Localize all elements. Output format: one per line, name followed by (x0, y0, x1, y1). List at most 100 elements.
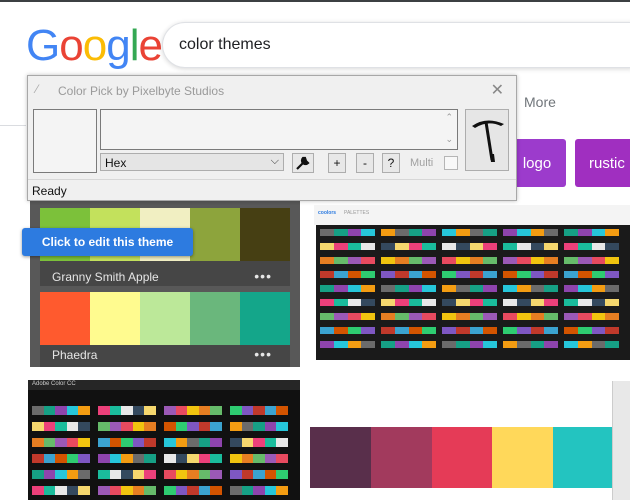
mini-palette (503, 285, 558, 292)
swatch (132, 406, 145, 415)
color-output-textarea[interactable]: ⌃ ⌄ (100, 109, 458, 150)
format-select[interactable]: Hex ⌵ (100, 153, 284, 171)
settings-button[interactable] (292, 153, 314, 173)
swatch (210, 486, 222, 495)
mini-palette (381, 299, 436, 306)
close-icon[interactable]: ✕ (491, 80, 504, 100)
swatch (320, 229, 334, 236)
swatch (210, 406, 222, 415)
swatch (361, 313, 375, 320)
swatch (241, 470, 254, 479)
swatch (240, 208, 290, 261)
help-button[interactable]: ? (382, 153, 400, 173)
swatch (230, 422, 242, 431)
mini-palette (320, 313, 375, 320)
swatch (408, 229, 423, 236)
logo-letter: G (26, 21, 60, 70)
swatch (264, 454, 277, 463)
swatch (164, 438, 176, 447)
swatch (503, 313, 517, 320)
swatch (320, 341, 334, 348)
swatch (78, 438, 90, 447)
swatch (109, 470, 122, 479)
swatch (276, 470, 288, 479)
swatch (564, 327, 578, 334)
swatch (320, 285, 334, 292)
swatch (98, 486, 110, 495)
window-top-edge (0, 0, 630, 2)
mini-palette (98, 470, 156, 479)
scroll-down-icon[interactable]: ⌄ (445, 134, 453, 145)
theme-name: Phaedra (52, 348, 98, 362)
swatch (210, 438, 222, 447)
swatch (381, 257, 395, 264)
swatch (333, 299, 348, 306)
swatch (455, 341, 470, 348)
status-bar: Ready (28, 179, 516, 201)
mini-palette (164, 406, 222, 415)
more-options-icon: ••• (254, 346, 272, 362)
swatch (591, 313, 606, 320)
remove-button[interactable]: - (356, 153, 374, 173)
swatch (32, 486, 44, 495)
swatch (605, 313, 619, 320)
mini-palette (381, 229, 436, 236)
swatch (198, 454, 211, 463)
swatch (310, 427, 371, 488)
swatch (605, 327, 619, 334)
swatch (190, 208, 240, 261)
google-logo[interactable]: Google (26, 21, 163, 70)
swatch (43, 406, 56, 415)
swatch (333, 229, 348, 236)
image-result-palette[interactable] (310, 427, 614, 488)
swatch (408, 243, 423, 250)
mini-palette (230, 438, 288, 447)
image-result-adobe-color-cc[interactable]: Adobe Color CC (28, 380, 300, 500)
swatch (564, 313, 578, 320)
swatch (442, 313, 456, 320)
mini-palette (98, 406, 156, 415)
swatch (455, 229, 470, 236)
chip-rustic[interactable]: rustic (575, 139, 630, 187)
swatch (55, 454, 67, 463)
image-result-coolors[interactable]: coolors PALETTES (314, 205, 630, 360)
mini-palette (442, 229, 497, 236)
image-result-adobe-themes[interactable]: Granny Smith Apple ••• Phaedra ••• (30, 200, 300, 367)
swatch (144, 470, 156, 479)
logo-letter: g (106, 21, 131, 70)
pick-color-button[interactable] (465, 109, 509, 171)
add-button[interactable]: + (328, 153, 346, 173)
mini-palette (381, 341, 436, 348)
swatch (422, 271, 436, 278)
swatch (381, 341, 395, 348)
swatch (347, 257, 362, 264)
tab-more[interactable]: More (524, 94, 556, 110)
swatch (347, 271, 362, 278)
multi-checkbox[interactable] (444, 156, 458, 170)
edit-theme-button[interactable]: Click to edit this theme (22, 228, 193, 256)
swatch (483, 243, 497, 250)
swatch (109, 422, 122, 431)
swatch (132, 438, 145, 447)
search-input[interactable]: color themes (162, 22, 630, 68)
mini-palette (381, 327, 436, 334)
swatch (32, 422, 44, 431)
swatch (55, 422, 67, 431)
swatch (422, 243, 436, 250)
swatch (503, 341, 517, 348)
swatch (530, 229, 545, 236)
swatch (503, 285, 517, 292)
adobe-cc-header: Adobe Color CC (28, 380, 300, 390)
swatch (190, 292, 240, 345)
swatch (442, 299, 456, 306)
swatch (175, 486, 188, 495)
swatch (175, 438, 188, 447)
swatch (516, 313, 531, 320)
mini-palette (503, 243, 558, 250)
scroll-up-icon[interactable]: ⌃ (445, 112, 453, 123)
swatch (394, 257, 409, 264)
swatch (469, 285, 484, 292)
swatch (347, 313, 362, 320)
mini-palette (381, 285, 436, 292)
swatch (577, 327, 592, 334)
